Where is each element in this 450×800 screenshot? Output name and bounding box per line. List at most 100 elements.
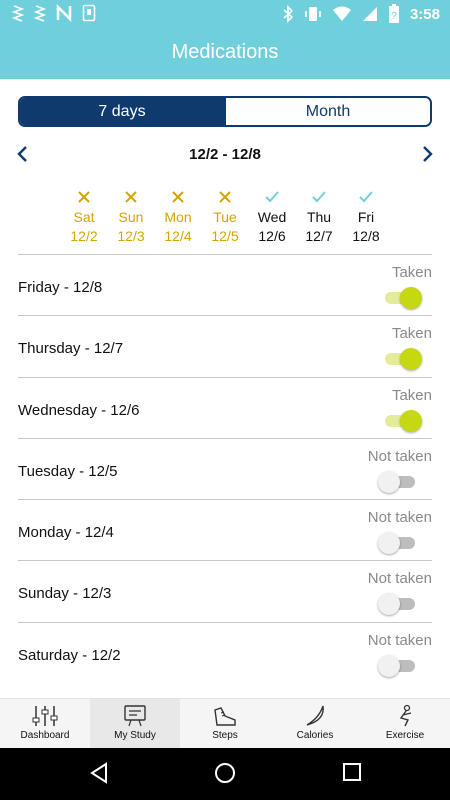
week-day: Sun 12/3: [106, 186, 156, 246]
nav-label: Dashboard: [20, 730, 70, 741]
vibrate-icon: [305, 7, 321, 21]
medication-list: Friday - 12/8 Taken Thursday - 12/7 Taken We…: [18, 254, 432, 683]
taken-toggle[interactable]: [382, 348, 422, 371]
date-range-navigator: 12/2 - 12/8: [0, 140, 450, 168]
nav-label: Calories: [296, 730, 334, 741]
bottom-nav: Dashboard My Study Steps Calories Exerci…: [0, 698, 450, 748]
week-day-date: 12/2: [70, 228, 98, 244]
week-day-date: 12/8: [352, 228, 380, 244]
list-item: Saturday - 12/2 Not taken: [18, 621, 432, 683]
week-day-date: 12/7: [305, 228, 333, 244]
nav-label: My Study: [114, 730, 156, 741]
week-day-date: 12/6: [258, 228, 286, 244]
cross-icon: [172, 191, 184, 203]
week-day-name: Thu: [306, 209, 332, 225]
page-title: Medications: [171, 41, 279, 63]
system-nav-bar: [0, 748, 450, 800]
taken-toggle[interactable]: [378, 470, 418, 493]
check-icon: [265, 191, 279, 203]
home-icon[interactable]: [214, 762, 236, 784]
week-day: Wed 12/6: [247, 186, 297, 246]
list-item: Friday - 12/8 Taken: [18, 254, 432, 315]
toggle-knob: [400, 287, 422, 309]
entry-day-label: Sunday - 12/3: [18, 585, 112, 603]
bluetooth-icon: [283, 5, 294, 23]
week-day: Thu 12/7: [294, 186, 344, 246]
toggle-knob: [400, 348, 422, 371]
week-day-name: Mon: [164, 209, 192, 225]
week-day-date: 12/4: [164, 228, 192, 244]
check-icon: [312, 191, 326, 203]
entry-day-label: Thursday - 12/7: [18, 340, 124, 358]
entry-day-label: Wednesday - 12/6: [18, 401, 140, 419]
period-segment: 7 days Month: [18, 96, 432, 127]
week-day: Fri 12/8: [341, 186, 391, 246]
status-bar: ? 3:58: [0, 0, 450, 28]
shoe-icon: [214, 707, 236, 726]
taken-toggle[interactable]: [382, 409, 422, 432]
cross-icon: [125, 191, 137, 203]
week-day-name: Tue: [213, 209, 237, 225]
week-day-name: Sat: [73, 209, 95, 225]
toggle-knob: [378, 654, 400, 677]
entry-status-label: Not taken: [367, 631, 432, 649]
chevron-right-icon[interactable]: [420, 144, 436, 164]
banana-icon: [306, 705, 324, 726]
nav-label: Exercise: [385, 730, 425, 741]
week-day-name: Sun: [118, 209, 144, 225]
battery-icon: ?: [388, 4, 399, 23]
svg-text:?: ?: [391, 11, 397, 22]
week-day-date: 12/5: [211, 228, 239, 244]
cross-icon: [219, 191, 231, 203]
taken-toggle[interactable]: [378, 654, 418, 677]
week-day-date: 12/3: [117, 228, 145, 244]
taken-toggle[interactable]: [378, 532, 418, 555]
entry-status-label: Taken: [391, 264, 432, 281]
week-overview: Sat 12/2 Sun 12/3 Mon 12/4 Tue 12/5 Wed 12/6 Thu 12…: [60, 186, 390, 246]
entry-status-label: Taken: [391, 386, 432, 404]
entry-status-label: Not taken: [367, 570, 432, 588]
check-icon: [359, 191, 373, 203]
entry-day-label: Monday - 12/4: [18, 524, 114, 542]
toggle-knob: [378, 593, 400, 616]
tab-month[interactable]: Month: [224, 98, 430, 125]
clock: 3:58: [409, 5, 440, 23]
toggle-knob: [400, 409, 422, 432]
tab-7-days[interactable]: 7 days: [20, 98, 224, 125]
taken-toggle[interactable]: [382, 287, 422, 309]
list-item: Wednesday - 12/6 Taken: [18, 376, 432, 438]
date-range-label: 12/2 - 12/8: [189, 146, 261, 163]
back-icon[interactable]: [88, 762, 110, 784]
list-item: Sunday - 12/3 Not taken: [18, 560, 432, 621]
nav-calories[interactable]: Calories: [270, 699, 360, 748]
nav-exercise[interactable]: Exercise: [360, 699, 450, 748]
entry-day-label: Friday - 12/8: [18, 279, 103, 296]
list-item: Tuesday - 12/5 Not taken: [18, 437, 432, 499]
list-item: Monday - 12/4 Not taken: [18, 499, 432, 560]
app-bar: Medications: [0, 28, 450, 79]
taken-toggle[interactable]: [378, 593, 418, 616]
nav-my-study[interactable]: My Study: [90, 699, 180, 748]
toggle-knob: [378, 532, 400, 555]
signal-icon: [12, 5, 24, 22]
sim-icon: [82, 4, 96, 22]
nav-steps[interactable]: Steps: [180, 699, 270, 748]
entry-day-label: Tuesday - 12/5: [18, 462, 118, 480]
cross-icon: [78, 191, 90, 203]
entry-day-label: Saturday - 12/2: [18, 646, 121, 664]
toggle-knob: [378, 470, 400, 493]
week-day: Mon 12/4: [153, 186, 203, 246]
nav-dashboard[interactable]: Dashboard: [0, 699, 90, 748]
list-item: Thursday - 12/7 Taken: [18, 315, 432, 376]
wifi-icon: [332, 6, 351, 21]
exercise-icon: [399, 704, 412, 727]
n-icon: [56, 4, 72, 22]
week-day-name: Wed: [257, 209, 287, 225]
recents-icon[interactable]: [342, 762, 362, 782]
entry-status-label: Not taken: [367, 509, 432, 527]
week-day-name: Fri: [357, 209, 375, 225]
no-sim-icon: [362, 7, 377, 21]
study-icon: [124, 705, 146, 727]
week-day: Tue 12/5: [200, 186, 250, 246]
nav-label: Steps: [212, 730, 238, 741]
